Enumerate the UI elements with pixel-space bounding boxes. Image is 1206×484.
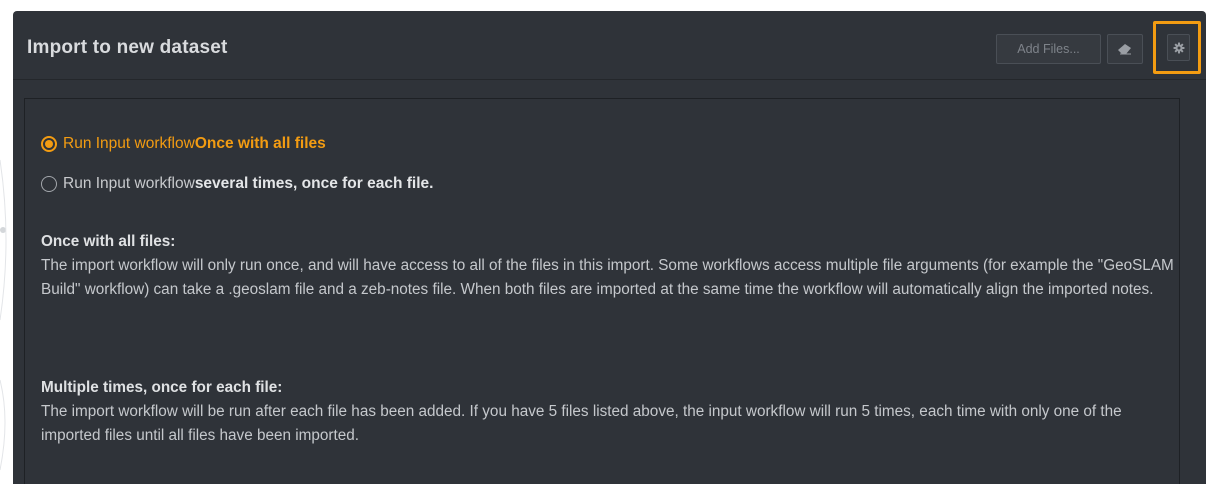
- settings-button[interactable]: [1167, 34, 1190, 61]
- eraser-icon: [1118, 44, 1131, 55]
- option-several-emphasis: several times, once for each file.: [194, 175, 434, 192]
- option-once-emphasis: Once with all files: [194, 135, 326, 152]
- option-once-prefix: Run Input workflow: [63, 135, 195, 152]
- description-once-body: The import workflow will only run once, …: [41, 257, 1174, 298]
- description-multiple-body: The import workflow will be run after ea…: [41, 403, 1122, 444]
- dialog-title: Import to new dataset: [27, 37, 228, 58]
- gear-icon: [1173, 42, 1184, 53]
- description-once-heading: Once with all files:: [41, 233, 176, 250]
- page: Import to new dataset Add Files... Run I…: [0, 0, 1206, 484]
- description-multiple-heading: Multiple times, once for each file:: [41, 379, 283, 396]
- settings-highlight: [1153, 21, 1201, 74]
- add-files-button[interactable]: Add Files...: [996, 34, 1101, 64]
- option-several-prefix: Run Input workflow: [63, 175, 195, 192]
- description-once: Once with all files: The import workflow…: [41, 230, 1181, 302]
- radio-unselected-icon[interactable]: [41, 176, 57, 192]
- description-multiple: Multiple times, once for each file: The …: [41, 376, 1181, 448]
- option-once-with-all-files[interactable]: Run Input workflow Once with all files: [41, 135, 326, 153]
- import-dialog: Import to new dataset Add Files... Run I…: [13, 11, 1206, 484]
- clear-button[interactable]: [1107, 34, 1143, 64]
- option-several-times[interactable]: Run Input workflow several times, once f…: [41, 175, 433, 193]
- dialog-header: Import to new dataset Add Files...: [13, 11, 1206, 80]
- radio-selected-icon[interactable]: [41, 136, 57, 152]
